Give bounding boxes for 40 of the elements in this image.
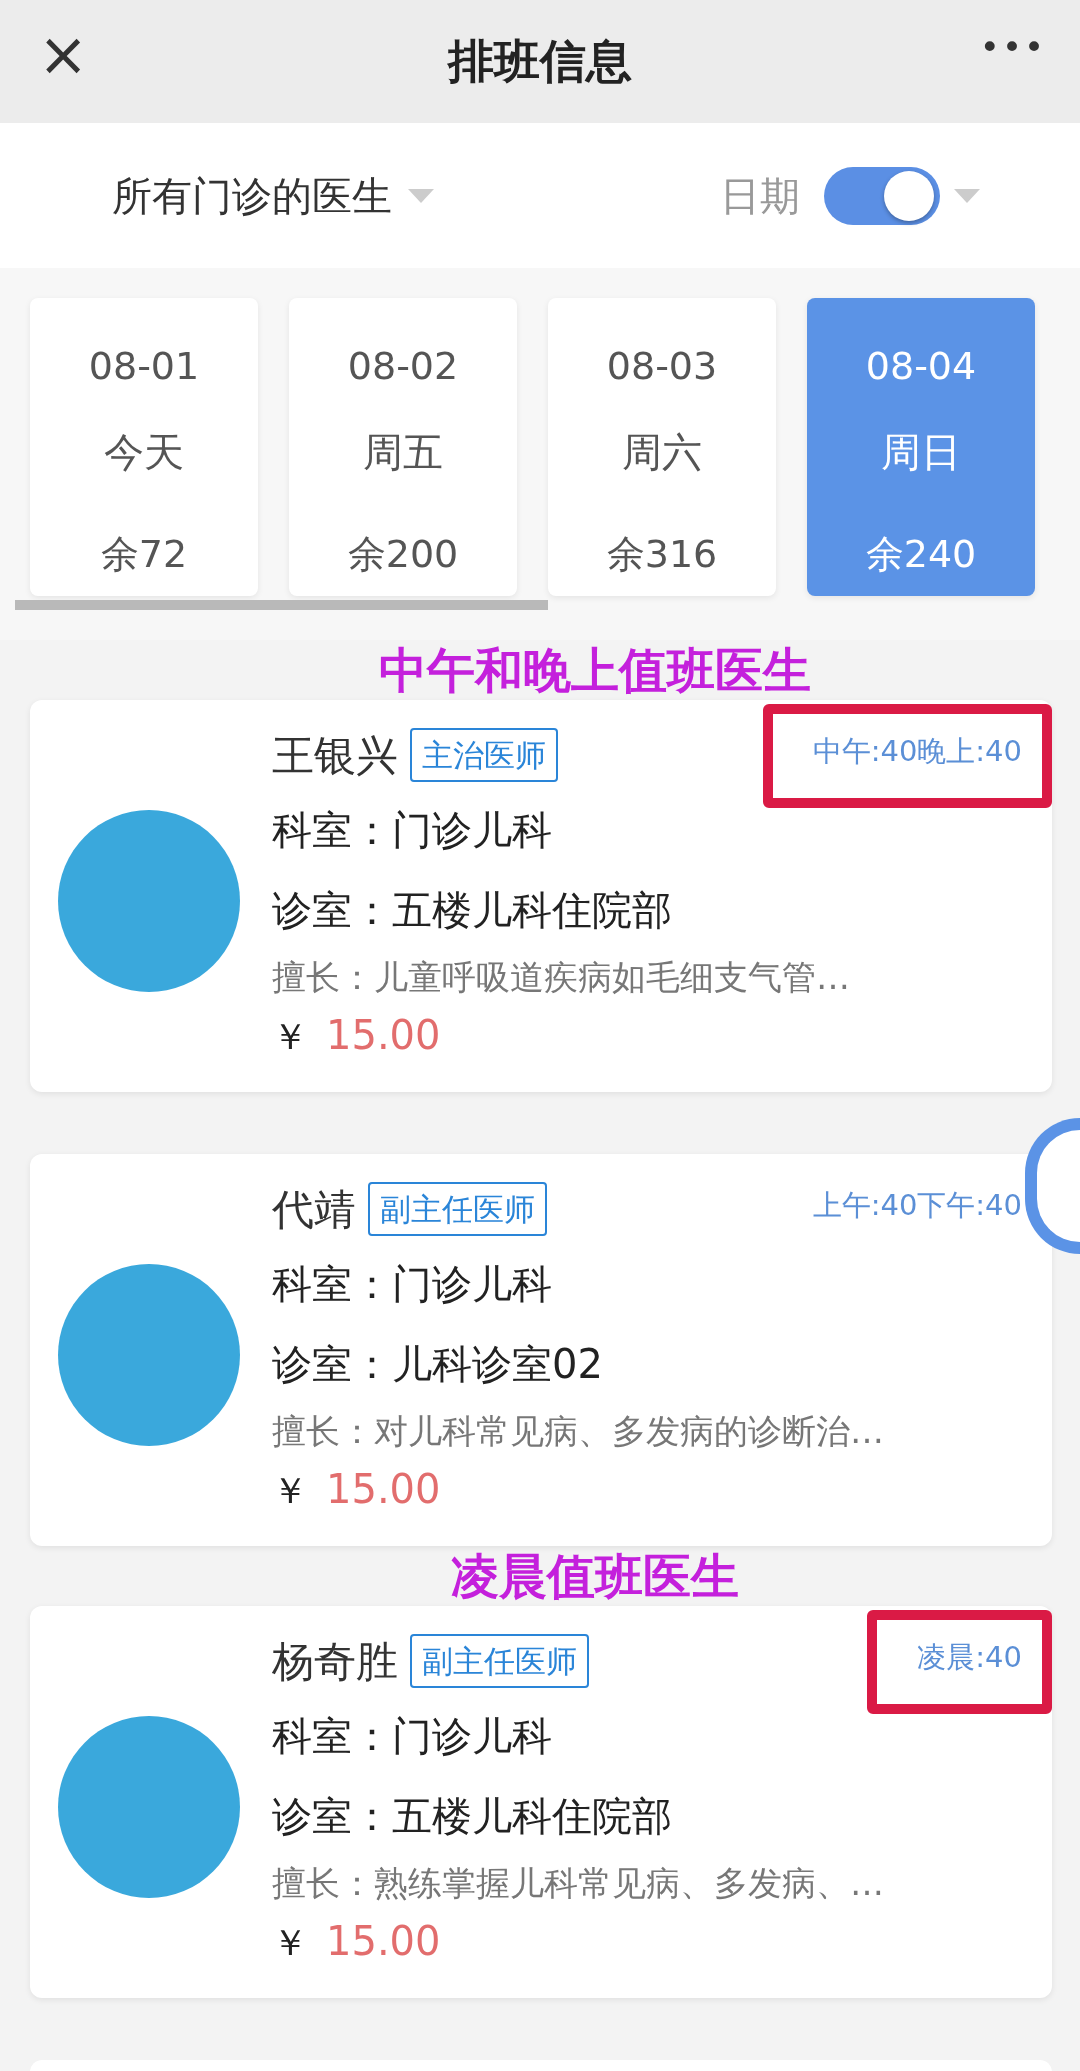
room-text: 诊室：五楼儿科住院部 (272, 886, 673, 935)
close-button[interactable]: × (38, 24, 89, 84)
doctor-name: 杨奇胜 (272, 1635, 398, 1688)
more-button[interactable]: ••• (979, 30, 1046, 64)
caret-icon (954, 188, 980, 203)
date-toggle[interactable] (824, 166, 940, 225)
slot-count: 凌晨:40 (917, 1640, 1022, 1674)
room-text: 诊室：五楼儿科住院部 (272, 1792, 673, 1841)
doctor-card[interactable]: 杨奇胜 副主任医师 科室：门诊儿科 诊室：五楼儿科住院部 擅长：熟练掌握儿科常见病、多发病、… ￥ 15.00 凌晨:40 (30, 1606, 1052, 1998)
doctor-title: 副主任医师 (368, 1181, 547, 1237)
doctor-title: 副主任医师 (410, 1633, 589, 1689)
date-tab[interactable]: 08-01 今天 余72 (30, 298, 258, 596)
slot-count: 上午:40下午:40 (812, 1188, 1022, 1222)
doctor-card[interactable]: 王银兴 主治医师 科室：门诊儿科 诊室：五楼儿科住院部 擅长：儿童呼吸道疾病如毛细支气管… ￥ 15.00 中午:40晚上:40 (30, 700, 1052, 1092)
doctor-name: 代靖 (272, 1183, 356, 1236)
department-dropdown[interactable]: 所有门诊的医生 (112, 165, 392, 226)
doctor-card[interactable]: 代靖 副主任医师 科室：门诊儿科 诊室：儿科诊室02 擅长：对儿科常见病、多发病的诊断治… ￥ 15.00 上午:40下午:40 (30, 1154, 1052, 1546)
expertise-text: 擅长：儿童呼吸道疾病如毛细支气管… (272, 956, 851, 999)
currency-symbol: ￥ (272, 1470, 308, 1511)
date-tab[interactable]: 08-03 周六 余316 (548, 298, 776, 596)
price-text: 15.00 (326, 1918, 441, 1964)
slot-count: 中午:40晚上:40 (812, 734, 1022, 768)
currency-symbol: ￥ (272, 1016, 308, 1057)
currency-symbol: ￥ (272, 1922, 308, 1963)
expertise-text: 擅长：熟练掌握儿科常见病、多发病、… (272, 1862, 885, 1905)
date-label: 日期 (720, 171, 800, 221)
department-text: 科室：门诊儿科 (272, 806, 553, 855)
annotation-text: 中午和晚上值班医生 (379, 642, 811, 698)
page-title: 排班信息 (448, 33, 632, 90)
price-text: 15.00 (326, 1012, 441, 1058)
caret-icon (408, 188, 434, 203)
price-text: 15.00 (326, 1466, 441, 1512)
room-text: 诊室：儿科诊室02 (272, 1340, 604, 1389)
expertise-text: 擅长：对儿科常见病、多发病的诊断治… (272, 1410, 885, 1453)
department-text: 科室：门诊儿科 (272, 1260, 553, 1309)
date-tab[interactable]: 08-02 周五 余200 (289, 298, 517, 596)
doctor-title: 主治医师 (410, 727, 558, 783)
annotation-text: 凌晨值班医生 (451, 1548, 739, 1604)
department-text: 科室：门诊儿科 (272, 1712, 553, 1761)
doctor-name: 王银兴 (272, 729, 398, 782)
